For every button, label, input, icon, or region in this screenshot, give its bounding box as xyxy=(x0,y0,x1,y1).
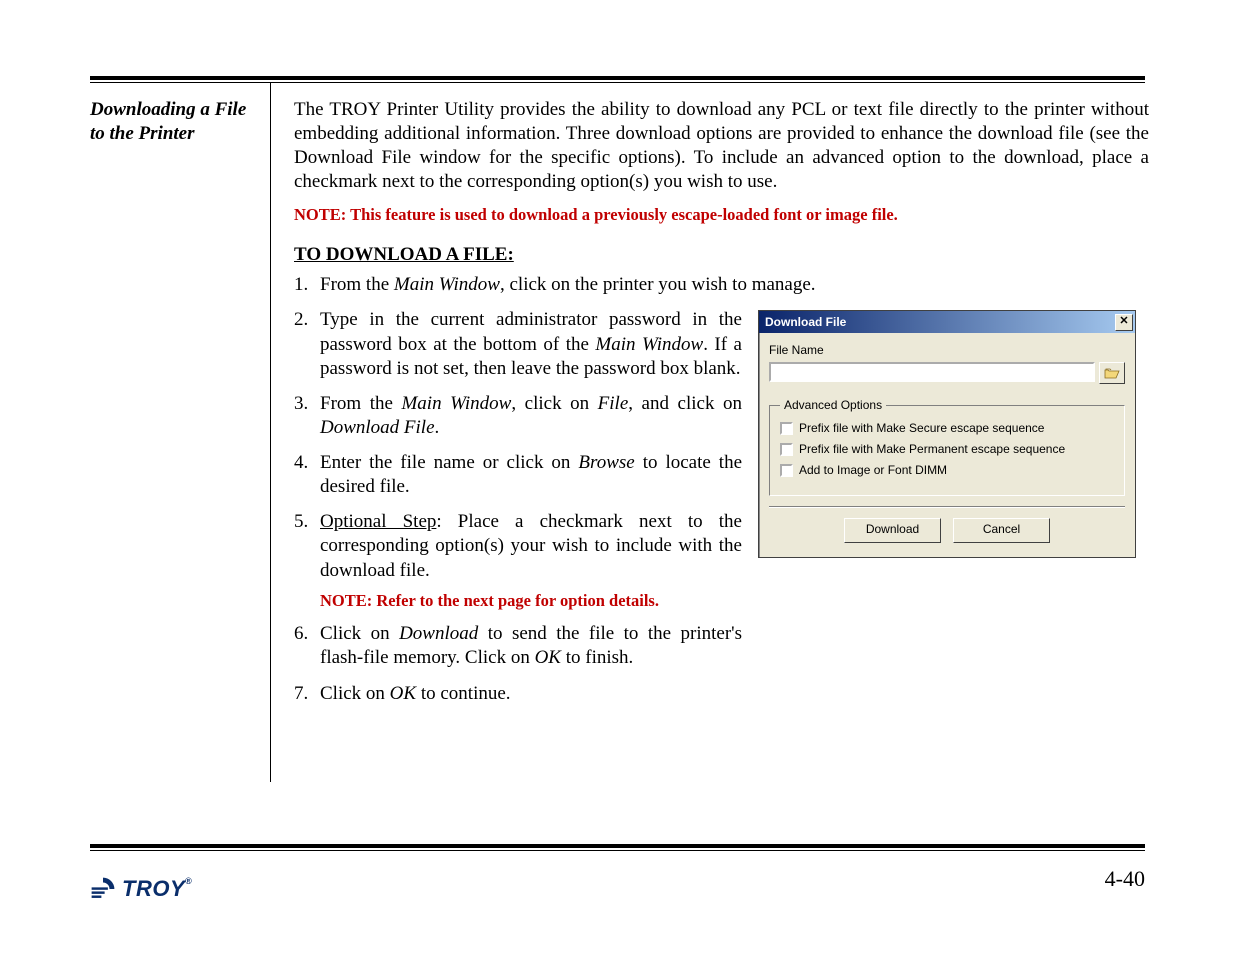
step-3-a: From the xyxy=(320,393,401,414)
sidebar-divider xyxy=(270,82,271,782)
step-5: Optional Step: Place a checkmark next to… xyxy=(320,510,742,611)
intro-note: NOTE: This feature is used to download a… xyxy=(294,205,1149,226)
step-6: Click on Download to send the file to th… xyxy=(320,622,742,670)
page-number: 4-40 xyxy=(1105,866,1145,892)
option-make-permanent-label: Prefix file with Make Permanent escape s… xyxy=(799,442,1065,457)
step-3-c: , click on xyxy=(511,393,597,414)
step-5-note: NOTE: Refer to the next page for option … xyxy=(320,591,742,612)
step-3-g: . xyxy=(435,417,440,438)
step-5-label: Optional Step xyxy=(320,511,436,532)
section-heading: TO DOWNLOAD A FILE: xyxy=(294,243,1149,267)
dialog-titlebar[interactable]: Download File ✕ xyxy=(759,311,1135,333)
troy-logo-icon xyxy=(90,876,116,902)
intro-paragraph: The TROY Printer Utility provides the ab… xyxy=(294,98,1149,195)
step-1: From the Main Window, click on the print… xyxy=(320,273,1149,297)
advanced-options-legend: Advanced Options xyxy=(780,398,886,413)
download-button[interactable]: Download xyxy=(844,518,941,543)
footer-rule-thick xyxy=(90,844,1145,848)
sidebar-title: Downloading a File to the Printer xyxy=(90,98,258,146)
step-2-b: Main Window xyxy=(595,334,703,355)
top-rule-thin xyxy=(90,82,1145,83)
step-3-d: File xyxy=(598,393,629,414)
step-7-c: to continue. xyxy=(416,683,510,704)
step-6-e: to finish. xyxy=(561,647,633,668)
step-7: Click on OK to continue. xyxy=(320,682,742,706)
troy-logo: TROY® xyxy=(90,876,192,902)
option-add-dimm-label: Add to Image or Font DIMM xyxy=(799,463,947,478)
checkbox-icon[interactable] xyxy=(780,443,793,456)
step-3: From the Main Window, click on File, and… xyxy=(320,392,742,440)
step-1-b: Main Window xyxy=(394,274,500,295)
step-6-b: Download xyxy=(399,623,478,644)
step-7-b: OK xyxy=(390,683,416,704)
step-6-a: Click on xyxy=(320,623,399,644)
file-name-label: File Name xyxy=(769,343,1125,358)
option-make-secure[interactable]: Prefix file with Make Secure escape sequ… xyxy=(780,421,1114,436)
step-7-a: Click on xyxy=(320,683,390,704)
option-add-dimm[interactable]: Add to Image or Font DIMM xyxy=(780,463,1114,478)
footer-rule-thin xyxy=(90,850,1145,851)
option-make-permanent[interactable]: Prefix file with Make Permanent escape s… xyxy=(780,442,1114,457)
close-icon[interactable]: ✕ xyxy=(1115,314,1133,331)
top-rule-thick xyxy=(90,76,1145,80)
step-1-c: , click on the printer you wish to manag… xyxy=(500,274,816,295)
logo-text-value: TROY xyxy=(122,876,185,901)
download-file-dialog: Download File ✕ File Name xyxy=(758,310,1136,557)
option-make-secure-label: Prefix file with Make Secure escape sequ… xyxy=(799,421,1044,436)
checkbox-icon[interactable] xyxy=(780,464,793,477)
step-3-e: , and click on xyxy=(628,393,742,414)
step-2: Type in the current administrator passwo… xyxy=(320,308,742,380)
step-6-d: OK xyxy=(535,647,561,668)
file-name-input[interactable] xyxy=(769,362,1095,382)
step-4-a: Enter the file name or click on xyxy=(320,452,578,473)
step-3-f: Download File xyxy=(320,417,435,438)
checkbox-icon[interactable] xyxy=(780,422,793,435)
cancel-button[interactable]: Cancel xyxy=(953,518,1050,543)
registered-mark: ® xyxy=(185,876,192,886)
dialog-separator xyxy=(769,506,1125,508)
advanced-options-group: Advanced Options Prefix file with Make S… xyxy=(769,398,1125,496)
browse-button[interactable] xyxy=(1099,362,1125,384)
step-3-b: Main Window xyxy=(401,393,511,414)
step-4: Enter the file name or click on Browse t… xyxy=(320,451,742,499)
troy-logo-text: TROY® xyxy=(122,876,192,902)
step-4-b: Browse xyxy=(578,452,634,473)
folder-open-icon xyxy=(1104,367,1120,379)
step-1-a: From the xyxy=(320,274,394,295)
dialog-title: Download File xyxy=(765,315,1115,330)
